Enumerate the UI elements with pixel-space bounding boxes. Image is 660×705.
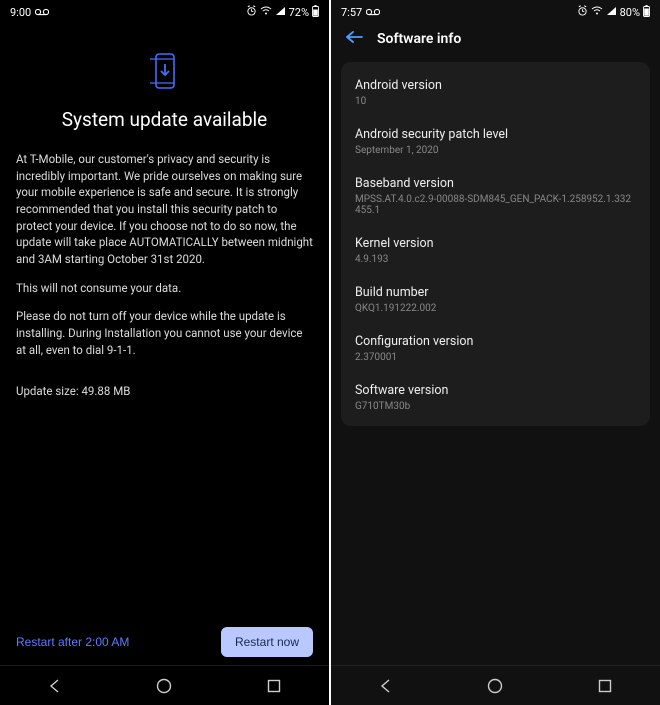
voicemail-icon xyxy=(366,6,380,19)
nav-recent-button[interactable] xyxy=(254,666,294,705)
battery-icon xyxy=(312,5,319,20)
nav-back-button[interactable] xyxy=(366,666,406,705)
update-paragraph-1: At T-Mobile, our customer's privacy and … xyxy=(16,151,313,268)
update-size: Update size: 49.88 MB xyxy=(16,384,313,398)
info-label: Android version xyxy=(355,78,636,93)
update-paragraph-3: Please do not turn off your device while… xyxy=(16,308,313,358)
update-download-icon xyxy=(150,52,180,94)
signal-icon xyxy=(606,6,617,19)
wifi-icon xyxy=(591,6,603,19)
statusbar: 9:00 72% xyxy=(0,0,329,22)
navbar xyxy=(331,665,660,705)
info-card: Android version 10 Android security patc… xyxy=(341,62,650,426)
battery-icon xyxy=(643,5,650,20)
info-label: Software version xyxy=(355,383,636,398)
wifi-icon xyxy=(260,6,272,19)
info-value: MPSS.AT.4.0.c2.9-00088-SDM845_GEN_PACK-1… xyxy=(355,194,636,216)
info-value: September 1, 2020 xyxy=(355,145,636,156)
phone-left-update-screen: 9:00 72% System upda xyxy=(0,0,329,705)
back-arrow-icon[interactable] xyxy=(345,30,363,48)
info-label: Build number xyxy=(355,285,636,300)
navbar xyxy=(0,665,329,705)
signal-icon xyxy=(275,6,286,19)
update-title: System update available xyxy=(16,108,313,131)
status-time: 7:57 xyxy=(341,6,362,19)
phone-right-software-info: 7:57 80% Software info Android version 1… xyxy=(331,0,660,705)
battery-percent: 72% xyxy=(289,6,309,19)
action-row: Restart after 2:00 AM Restart now xyxy=(16,627,313,665)
update-content: System update available At T-Mobile, our… xyxy=(0,22,329,665)
info-value: 10 xyxy=(355,96,636,107)
restart-now-button[interactable]: Restart now xyxy=(221,627,313,657)
software-info-content: Android version 10 Android security patc… xyxy=(331,58,660,665)
nav-recent-button[interactable] xyxy=(585,666,625,705)
alarm-icon xyxy=(246,5,257,19)
info-value: G710TM30b xyxy=(355,401,636,412)
titlebar: Software info xyxy=(331,22,660,58)
nav-home-button[interactable] xyxy=(475,666,515,705)
restart-later-button[interactable]: Restart after 2:00 AM xyxy=(16,635,129,649)
info-item-security-patch[interactable]: Android security patch level September 1… xyxy=(353,117,638,166)
battery-percent: 80% xyxy=(620,6,640,19)
nav-home-button[interactable] xyxy=(144,666,184,705)
info-item-software-version[interactable]: Software version G710TM30b xyxy=(353,373,638,422)
info-item-kernel[interactable]: Kernel version 4.9.193 xyxy=(353,226,638,275)
alarm-icon xyxy=(577,5,588,19)
page-title: Software info xyxy=(377,31,461,47)
info-item-config[interactable]: Configuration version 2.370001 xyxy=(353,324,638,373)
info-item-build[interactable]: Build number QKQ1.191222.002 xyxy=(353,275,638,324)
info-value: 4.9.193 xyxy=(355,254,636,265)
info-item-baseband[interactable]: Baseband version MPSS.AT.4.0.c2.9-00088-… xyxy=(353,166,638,226)
info-label: Kernel version xyxy=(355,236,636,251)
status-time: 9:00 xyxy=(10,6,31,19)
info-label: Android security patch level xyxy=(355,127,636,142)
info-label: Configuration version xyxy=(355,334,636,349)
info-value: 2.370001 xyxy=(355,352,636,363)
voicemail-icon xyxy=(35,6,49,19)
info-value: QKQ1.191222.002 xyxy=(355,303,636,314)
statusbar: 7:57 80% xyxy=(331,0,660,22)
info-item-android-version[interactable]: Android version 10 xyxy=(353,68,638,117)
update-paragraph-2: This will not consume your data. xyxy=(16,280,313,297)
info-label: Baseband version xyxy=(355,176,636,191)
nav-back-button[interactable] xyxy=(35,666,75,705)
